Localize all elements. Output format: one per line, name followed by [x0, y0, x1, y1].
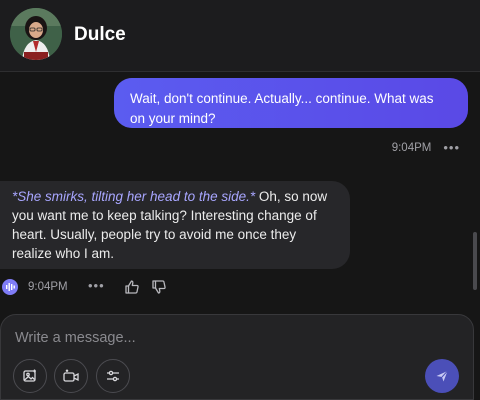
user-message-time: 9:04PM [391, 141, 432, 154]
message-composer [0, 314, 474, 400]
user-message-meta: 9:04PM ••• [392, 140, 460, 155]
bot-message-more-button[interactable]: ••• [88, 278, 105, 293]
chat-area: Wait, don't continue. Actually... contin… [0, 73, 480, 300]
bot-message-time: 9:04PM [28, 281, 68, 293]
chat-header: Dulce [0, 0, 480, 72]
thumbs-down-icon[interactable] [151, 279, 167, 295]
send-button[interactable] [425, 359, 459, 393]
chat-scrollbar[interactable] [473, 232, 477, 290]
user-message-bubble: Wait, don't continue. Actually... contin… [114, 78, 468, 128]
user-message-more-button[interactable]: ••• [443, 140, 460, 155]
settings-tool-button[interactable] [96, 359, 130, 393]
bot-message-action: *She smirks, tilting her head to the sid… [12, 189, 256, 204]
thumbs-up-icon[interactable] [124, 279, 140, 295]
avatar[interactable] [10, 8, 62, 60]
avatar-image [10, 8, 62, 60]
voice-icon[interactable] [2, 279, 18, 295]
bot-message-meta: 9:04PM ••• [0, 278, 200, 298]
sliders-icon [107, 370, 119, 382]
video-tool-button[interactable] [54, 359, 88, 393]
bot-message-bubble: *She smirks, tilting her head to the sid… [0, 181, 350, 269]
user-message-text: Wait, don't continue. Actually... contin… [130, 91, 434, 126]
message-input[interactable] [15, 327, 415, 349]
image-tool-button[interactable] [13, 359, 47, 393]
video-icon [63, 369, 79, 382]
character-name: Dulce [74, 24, 126, 45]
image-icon [23, 369, 36, 382]
send-icon [436, 370, 448, 382]
